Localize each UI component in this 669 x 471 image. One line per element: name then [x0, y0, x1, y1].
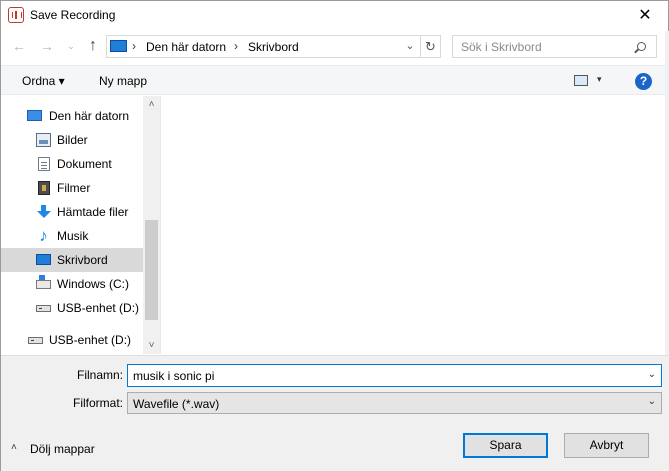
desktop-icon: [36, 254, 51, 265]
search-icon[interactable]: [637, 42, 646, 51]
view-dropdown-icon[interactable]: ▾: [597, 74, 602, 85]
command-bar: Ordna ▾ Ny mapp ▾ ?: [1, 65, 668, 95]
tree-item-windows-c[interactable]: Windows (C:): [1, 272, 143, 296]
computer-icon: [27, 110, 42, 121]
tree-item-usb-d[interactable]: USB-enhet (D:): [1, 296, 143, 320]
filetype-dropdown-icon[interactable]: ⌄: [648, 396, 656, 407]
scroll-down-icon[interactable]: ˅: [143, 337, 160, 354]
tree-item-label: Bilder: [57, 133, 88, 147]
tree-item-label: Filmer: [57, 181, 91, 195]
filename-dropdown-icon[interactable]: ⌄: [648, 369, 656, 380]
tree-item-desktop[interactable]: Skrivbord: [1, 248, 143, 272]
app-icon: [8, 7, 24, 23]
tree-item-label: Den här datorn: [49, 109, 130, 123]
new-folder-button[interactable]: Ny mapp: [99, 74, 147, 88]
usb-drive-icon: [28, 337, 43, 344]
breadcrumb-separator-icon: ›: [234, 39, 238, 53]
filename-label: Filnamn:: [76, 368, 123, 382]
tree-item-downloads[interactable]: Hämtade filer: [1, 200, 143, 224]
tree-item-label: Hämtade filer: [57, 205, 129, 219]
navigation-scrollbar[interactable]: ˄ ˅: [143, 96, 160, 354]
breadcrumb-this-pc[interactable]: Den här datorn: [146, 40, 226, 54]
file-list[interactable]: [162, 96, 668, 354]
hide-folders-label: Dölj mappar: [30, 442, 95, 456]
tree-item-label: Musik: [57, 229, 89, 243]
chevron-up-icon: ˄: [11, 442, 17, 453]
tree-item-label: Skrivbord: [57, 253, 108, 267]
filetype-value: Wavefile (*.wav): [133, 397, 220, 411]
cancel-button[interactable]: Avbryt: [564, 433, 649, 458]
pictures-icon: [36, 133, 51, 147]
address-dropdown-icon[interactable]: ⌄: [402, 39, 418, 52]
tree-item-label: Windows (C:): [57, 277, 130, 291]
documents-icon: [38, 157, 50, 171]
tree-item-videos[interactable]: Filmer: [1, 176, 143, 200]
close-button[interactable]: ✕: [622, 1, 668, 31]
filetype-select[interactable]: Wavefile (*.wav) ⌄: [127, 392, 662, 414]
scroll-thumb[interactable]: [145, 220, 158, 320]
filetype-label: Filformat:: [72, 396, 123, 410]
search-box[interactable]: Sök i Skrivbord: [452, 35, 657, 58]
videos-icon: [38, 181, 50, 195]
tree-item-label: USB-enhet (D:): [57, 301, 140, 315]
address-bar[interactable]: › Den här datorn › Skrivbord ⌄ ↻: [106, 35, 441, 58]
back-arrow-icon[interactable]: ←: [9, 36, 29, 56]
organize-menu-button[interactable]: Ordna ▾: [22, 74, 65, 88]
tree-item-pictures[interactable]: Bilder: [1, 128, 143, 152]
navigation-pane: Den här datorn Bilder Dokument Filmer Hä…: [1, 96, 161, 354]
scroll-up-icon[interactable]: ˄: [143, 96, 160, 113]
tree-item-usb-d-root[interactable]: USB-enhet (D:): [1, 328, 143, 352]
up-arrow-icon[interactable]: ↑: [83, 36, 103, 56]
tree-item-music[interactable]: ♪ Musik: [1, 224, 143, 248]
refresh-icon[interactable]: ↻: [420, 36, 440, 57]
navigation-bar: ← → ⌄ ↑ › Den här datorn › Skrivbord ⌄ ↻…: [1, 32, 668, 60]
save-options-panel: Filnamn: musik i sonic pi ⌄ Filformat: W…: [1, 355, 668, 471]
filename-input[interactable]: musik i sonic pi: [133, 369, 214, 383]
save-dialog: Save Recording ✕ ← → ⌄ ↑ › Den här dator…: [0, 0, 669, 471]
recent-locations-chevron-icon[interactable]: ⌄: [61, 36, 81, 56]
music-icon: ♪: [39, 226, 48, 245]
title-bar: Save Recording ✕: [1, 1, 668, 31]
computer-icon: [110, 40, 127, 52]
tree-item-this-pc[interactable]: Den här datorn: [1, 104, 143, 128]
breadcrumb-desktop[interactable]: Skrivbord: [248, 40, 299, 54]
forward-arrow-icon[interactable]: →: [37, 36, 57, 56]
tree-item-label: Dokument: [57, 157, 112, 171]
system-drive-icon: [36, 275, 51, 289]
downloads-icon: [36, 205, 51, 219]
window-title: Save Recording: [30, 8, 116, 22]
tree-item-documents[interactable]: Dokument: [1, 152, 143, 176]
view-options-icon[interactable]: [574, 75, 588, 86]
save-button[interactable]: Spara: [463, 433, 548, 458]
breadcrumb-separator-icon: ›: [132, 39, 136, 53]
help-icon[interactable]: ?: [635, 73, 652, 90]
search-input[interactable]: Sök i Skrivbord: [461, 40, 542, 54]
filename-field[interactable]: musik i sonic pi ⌄: [127, 364, 662, 387]
tree-item-label: USB-enhet (D:): [49, 333, 132, 347]
usb-drive-icon: [36, 305, 51, 312]
